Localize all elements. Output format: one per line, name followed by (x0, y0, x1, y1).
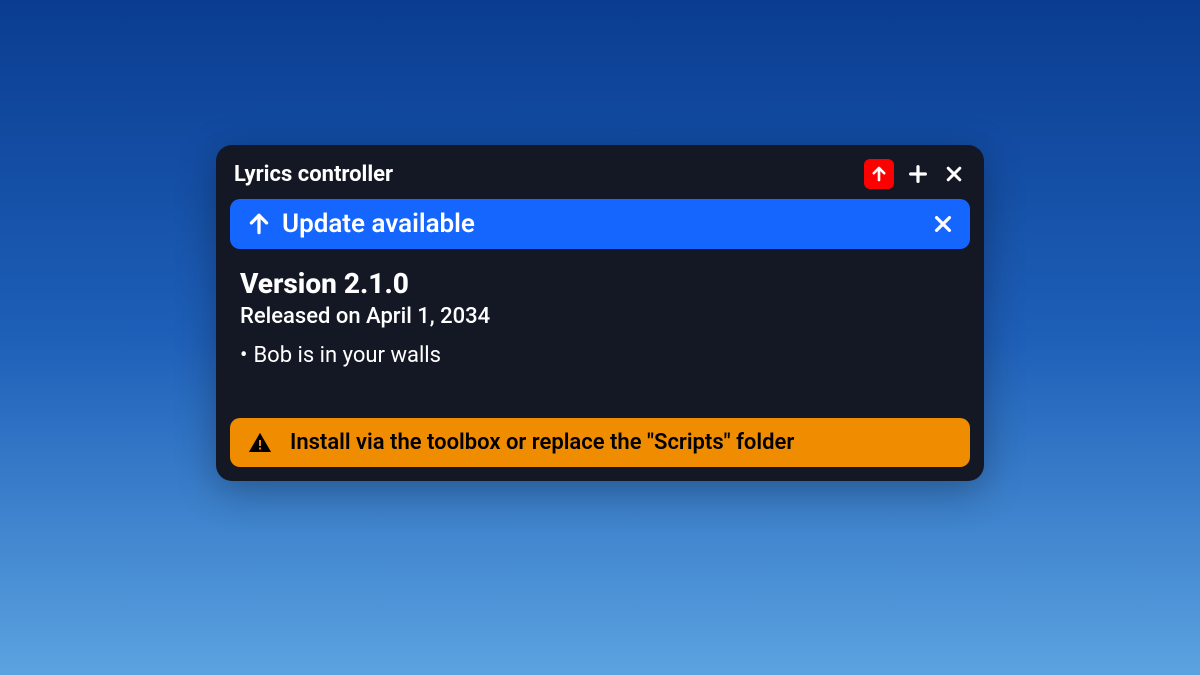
plus-icon (907, 163, 929, 185)
update-indicator-button[interactable] (864, 159, 894, 189)
update-available-banner[interactable]: Update available (230, 199, 970, 249)
version-info-section: Version 2.1.0 Released on April 1, 2034 … (230, 267, 970, 368)
close-icon (932, 213, 954, 235)
changelog-list: • Bob is in your walls (240, 343, 960, 368)
close-icon (944, 164, 964, 184)
arrow-up-icon (246, 211, 272, 237)
update-banner-label: Update available (282, 209, 922, 239)
update-dialog-window: Lyrics controller (216, 145, 984, 481)
release-date: Released on April 1, 2034 (240, 304, 960, 329)
arrow-up-icon (870, 165, 888, 183)
window-title: Lyrics controller (234, 162, 393, 187)
install-instructions-banner: Install via the toolbox or replace the "… (230, 418, 970, 467)
titlebar-controls (864, 159, 966, 189)
titlebar: Lyrics controller (216, 145, 984, 199)
changelog-item: • Bob is in your walls (240, 343, 960, 368)
version-number: Version 2.1.0 (240, 267, 960, 300)
dialog-content: Update available Version 2.1.0 Released … (216, 199, 984, 481)
warning-icon (248, 431, 272, 455)
install-instructions-text: Install via the toolbox or replace the "… (290, 430, 794, 455)
close-window-button[interactable] (942, 162, 966, 186)
changelog-text: Bob is in your walls (253, 343, 441, 368)
dismiss-banner-button[interactable] (932, 213, 954, 235)
bullet-icon: • (240, 343, 247, 368)
add-button[interactable] (906, 162, 930, 186)
